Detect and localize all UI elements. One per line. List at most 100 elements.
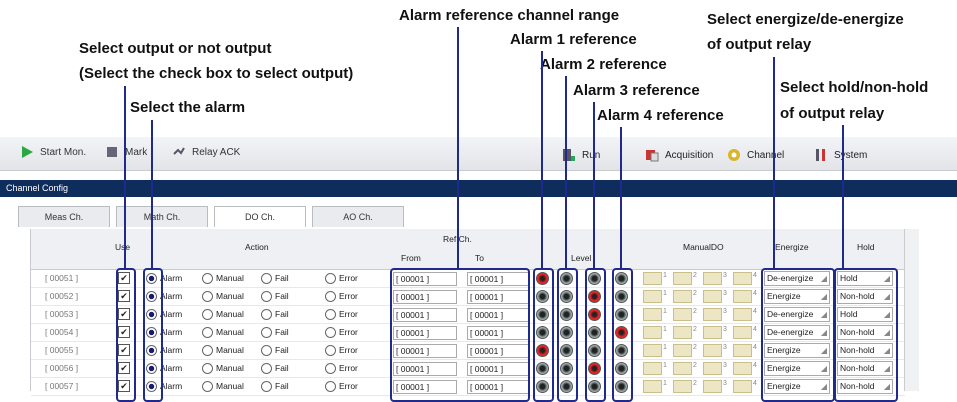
radio-icon [325,291,336,303]
action-radio-manual[interactable]: Manual [202,380,244,393]
manualdo-button[interactable] [703,326,722,339]
manualdo-number: 2 [693,344,697,351]
header-channel [31,229,112,270]
callout-line-use [124,86,126,268]
callout-line-hold [842,125,844,268]
highlight-use-column [116,268,136,402]
action-radio-fail[interactable]: Fail [261,272,289,285]
start-mon-button[interactable]: Start Mon. [20,145,86,159]
tab-meas-ch[interactable]: Meas Ch. [18,206,110,227]
tab-system[interactable]: System [814,141,867,169]
manualdo-number: 1 [663,272,667,279]
manualdo-button[interactable] [673,344,692,357]
action-radio-manual[interactable]: Manual [202,362,244,375]
action-radio-manual[interactable]: Manual [202,272,244,285]
relay-ack-label: Relay ACK [192,146,241,158]
callout-alarm3: Alarm 3 reference [573,82,700,99]
manualdo-button[interactable] [703,362,722,375]
action-radio-error[interactable]: Error [325,290,358,303]
mark-button[interactable]: Mark [105,145,147,159]
manualdo-number: 3 [723,290,727,297]
action-radio-fail[interactable]: Fail [261,380,289,393]
action-label: Fail [275,273,289,283]
action-radio-error[interactable]: Error [325,308,358,321]
manualdo-button[interactable] [643,326,662,339]
tab-ao-ch[interactable]: AO Ch. [312,206,404,227]
action-radio-fail[interactable]: Fail [261,326,289,339]
manualdo-button[interactable] [673,290,692,303]
manualdo-button[interactable] [673,326,692,339]
manualdo-number: 4 [753,344,757,351]
highlight-level2 [557,268,578,402]
manualdo-number: 1 [663,380,667,387]
manualdo-button[interactable] [733,272,752,285]
channel-number: [ 00053 ] [45,309,79,319]
radio-icon [325,327,336,339]
action-radio-manual[interactable]: Manual [202,344,244,357]
tab-channel-label: Channel [747,149,785,161]
action-radio-fail[interactable]: Fail [261,344,289,357]
action-radio-manual[interactable]: Manual [202,326,244,339]
manualdo-button[interactable] [733,290,752,303]
radio-icon [325,273,336,285]
action-radio-fail[interactable]: Fail [261,362,289,375]
action-label: Error [339,345,358,355]
manualdo-button[interactable] [643,362,662,375]
tab-acquisition[interactable]: Acquisition [645,141,713,169]
manualdo-button[interactable] [733,362,752,375]
radio-icon [261,345,272,357]
action-label: Fail [275,291,289,301]
radio-icon [261,273,272,285]
header-manualdo-label: ManualDO [683,242,724,252]
action-radio-manual[interactable]: Manual [202,290,244,303]
vertical-scrollbar[interactable] [904,229,919,391]
action-label: Manual [216,345,244,355]
manualdo-button[interactable] [643,272,662,285]
action-radio-error[interactable]: Error [325,344,358,357]
relay-ack-button[interactable]: Relay ACK [172,145,240,159]
action-radio-error[interactable]: Error [325,326,358,339]
manualdo-number: 3 [723,380,727,387]
highlight-hold-column [834,268,898,402]
action-radio-error[interactable]: Error [325,272,358,285]
manualdo-number: 3 [723,308,727,315]
manualdo-button[interactable] [643,344,662,357]
action-radio-fail[interactable]: Fail [261,308,289,321]
tab-channel[interactable]: Channel [727,141,784,169]
action-label: Alarm [160,327,183,337]
panel-title: Channel Config [6,183,69,193]
manualdo-number: 2 [693,380,697,387]
tab-math-ch[interactable]: Math Ch. [116,206,208,227]
manualdo-button[interactable] [733,344,752,357]
manualdo-number: 3 [723,344,727,351]
manualdo-number: 4 [753,380,757,387]
action-radio-error[interactable]: Error [325,380,358,393]
manualdo-button[interactable] [643,290,662,303]
manualdo-number: 2 [693,326,697,333]
callout-line-refch [457,27,459,268]
manualdo-button[interactable] [703,308,722,321]
manualdo-button[interactable] [703,290,722,303]
action-label: Alarm [160,381,183,391]
action-radio-manual[interactable]: Manual [202,308,244,321]
manualdo-button[interactable] [673,362,692,375]
manualdo-button[interactable] [643,308,662,321]
channel-number: [ 00054 ] [45,327,79,337]
action-label: Manual [216,327,244,337]
action-radio-fail[interactable]: Fail [261,290,289,303]
header-use-label: Use [115,242,131,252]
manualdo-button[interactable] [733,308,752,321]
manualdo-button[interactable] [673,272,692,285]
manualdo-button[interactable] [703,380,722,393]
manualdo-button[interactable] [703,272,722,285]
action-radio-error[interactable]: Error [325,362,358,375]
manualdo-button[interactable] [673,380,692,393]
header-to-label: To [475,253,484,263]
manualdo-button[interactable] [733,380,752,393]
play-icon [22,146,33,158]
manualdo-button[interactable] [703,344,722,357]
manualdo-button[interactable] [673,308,692,321]
tab-do-ch[interactable]: DO Ch. [214,206,306,227]
manualdo-button[interactable] [733,326,752,339]
manualdo-button[interactable] [643,380,662,393]
